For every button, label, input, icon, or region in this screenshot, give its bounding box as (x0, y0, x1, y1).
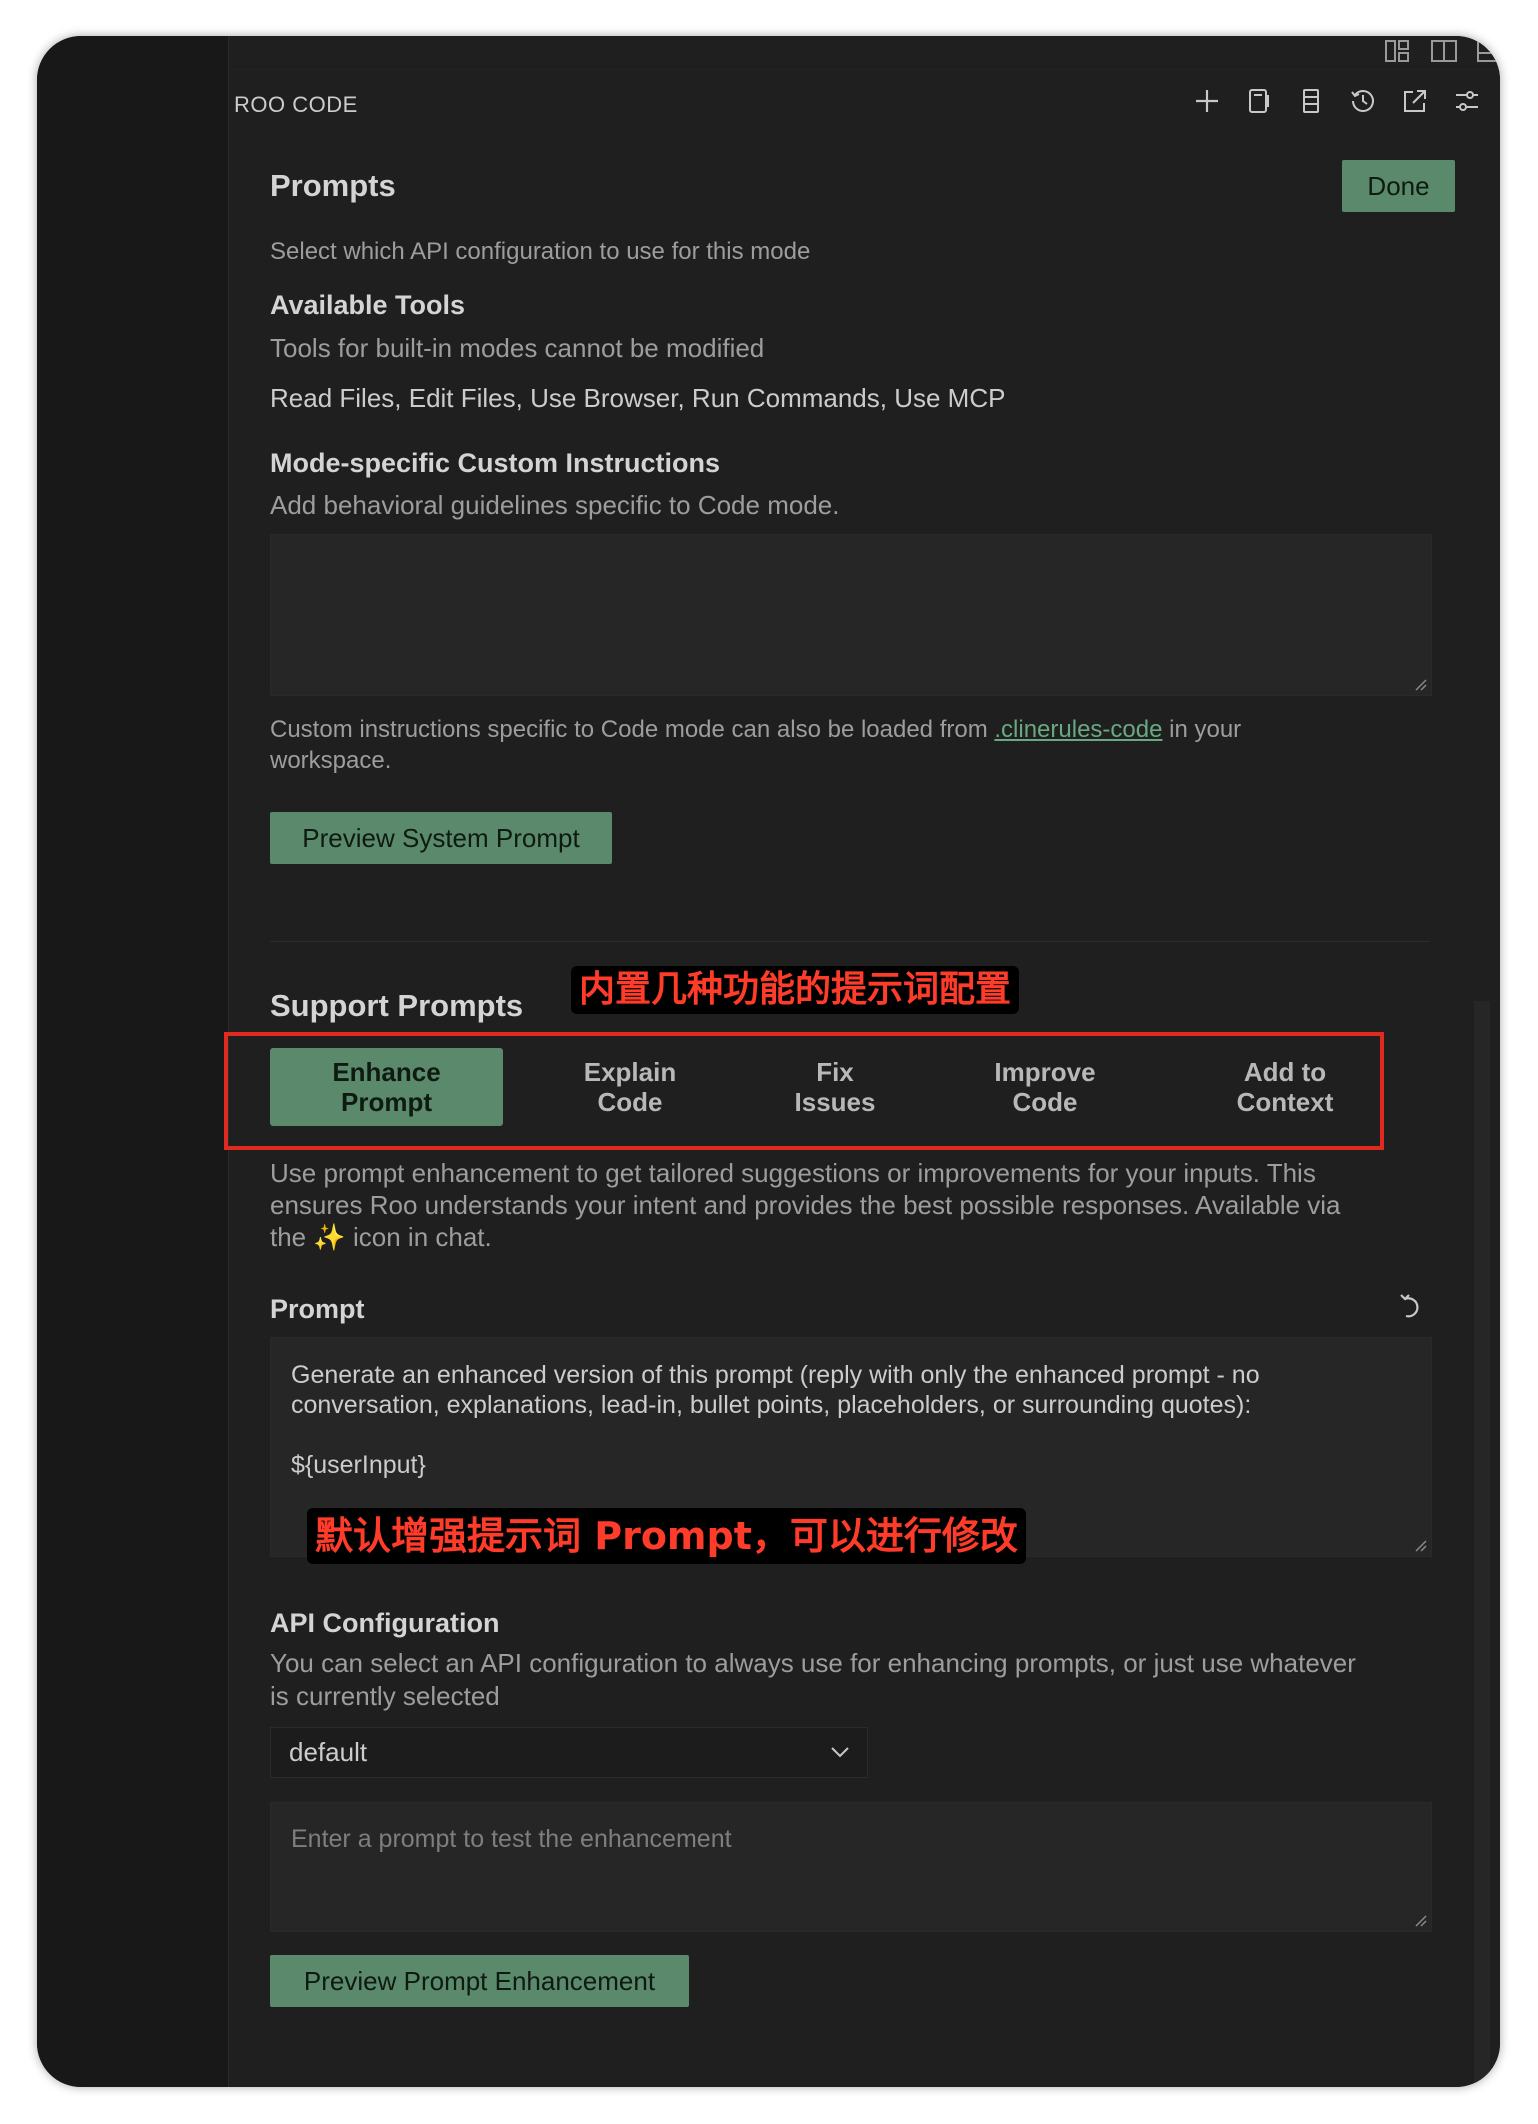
test-enhancement-placeholder: Enter a prompt to test the enhancement (291, 1825, 732, 1853)
note-suffix: in your (1169, 716, 1242, 743)
annotation-builtin-prompts: 内置几种功能的提示词配置 (571, 966, 1020, 1014)
tab-label-line2: Issues (794, 1087, 876, 1117)
custom-instructions-hint: Add behavioral guidelines specific to Co… (270, 490, 840, 520)
app-title: ROO CODE (234, 92, 358, 117)
api-hint-line1: You can select an API configuration to a… (270, 1648, 1356, 1678)
available-tools-list: Read Files, Edit Files, Use Browser, Run… (270, 383, 1006, 413)
panel-toggle-icon[interactable] (1476, 39, 1500, 63)
tab-add-to-context[interactable]: Add to Context (1180, 1048, 1390, 1126)
custom-instructions-textarea[interactable] (270, 534, 1432, 696)
layout-toggle-icon[interactable] (1384, 39, 1412, 63)
sparkle-icon: ✨ (313, 1222, 346, 1252)
api-configuration-title: API Configuration (270, 1608, 500, 1638)
resize-handle-icon[interactable] (1413, 677, 1427, 691)
api-hint-line2: is currently selected (270, 1681, 500, 1711)
tab-improve-code[interactable]: Improve Code (950, 1048, 1140, 1126)
note-line2: workspace. (270, 747, 392, 774)
reset-prompt-icon[interactable] (1394, 1290, 1426, 1322)
custom-instructions-title: Mode-specific Custom Instructions (270, 448, 721, 478)
history-icon[interactable] (1348, 86, 1378, 116)
topbar-divider (228, 69, 1500, 70)
chevron-down-icon (831, 1747, 849, 1758)
api-selected-value: default (289, 1737, 368, 1767)
resize-handle-icon[interactable] (1413, 1913, 1427, 1927)
panel-scrollbar[interactable] (1474, 1001, 1490, 2087)
description-line3-prefix: the (270, 1222, 307, 1252)
available-tools-hint: Tools for built-in modes cannot be modif… (270, 333, 765, 363)
api-config-hint: Select which API configuration to use fo… (270, 238, 811, 265)
tab-enhance-prompt[interactable]: Enhance Prompt (270, 1048, 503, 1126)
tab-label-line2: Code (597, 1087, 663, 1117)
tab-fix-issues[interactable]: Fix Issues (760, 1048, 910, 1126)
split-editor-icon[interactable] (1430, 39, 1458, 63)
resize-handle-icon[interactable] (1413, 1538, 1427, 1552)
clinerules-link[interactable]: .clinerules-code (994, 716, 1162, 743)
tab-label-line2: Code (1012, 1087, 1078, 1117)
api-configuration-hint: You can select an API configuration to a… (270, 1647, 1440, 1713)
prompt-line3: ${userInput} (291, 1451, 426, 1479)
prompt-title: Prompt (270, 1294, 365, 1324)
tab-label-line2: Prompt (341, 1087, 432, 1117)
description-line1: Use prompt enhancement to get tailored s… (270, 1158, 1316, 1188)
window-layout-controls (1384, 36, 1500, 66)
description-line3-suffix: icon in chat. (353, 1222, 492, 1252)
support-prompts-title: Support Prompts (270, 988, 524, 1023)
tab-label-line1: Enhance (332, 1057, 441, 1087)
notebook-icon[interactable] (1244, 86, 1274, 116)
annotation-default-prompt: 默认增强提示词 Prompt，可以进行修改 (307, 1508, 1026, 1564)
prompt-line1: Generate an enhanced version of this pro… (291, 1361, 1260, 1389)
description-line2: ensures Roo understands your intent and … (270, 1190, 1341, 1220)
prompt-line2: conversation, explanations, lead-in, bul… (291, 1391, 1252, 1419)
done-button[interactable]: Done (1342, 160, 1455, 212)
tab-label-line1: Improve (994, 1057, 1096, 1087)
note-prefix: Custom instructions specific to Code mod… (270, 716, 988, 743)
server-icon[interactable] (1296, 86, 1326, 116)
custom-instructions-note: Custom instructions specific to Code mod… (270, 714, 1420, 776)
tab-label-line2: Context (1236, 1087, 1334, 1117)
api-configuration-select[interactable]: default (270, 1727, 868, 1778)
prompt-text: Generate an enhanced version of this pro… (291, 1360, 1260, 1480)
page-title: Prompts (270, 168, 396, 203)
activity-area (37, 36, 228, 2087)
preview-prompt-enhancement-button[interactable]: Preview Prompt Enhancement (270, 1955, 689, 2007)
enhance-description: Use prompt enhancement to get tailored s… (270, 1157, 1440, 1253)
tab-label-line1: Fix (816, 1057, 854, 1087)
tab-label-line1: Explain (583, 1057, 677, 1087)
section-divider (270, 941, 1430, 942)
header-toolbar (1192, 86, 1482, 116)
settings-sliders-icon[interactable] (1452, 86, 1482, 116)
preview-system-prompt-button[interactable]: Preview System Prompt (270, 812, 612, 864)
test-enhancement-input[interactable]: Enter a prompt to test the enhancement (270, 1802, 1432, 1932)
tab-label-line1: Add to (1243, 1057, 1327, 1087)
external-link-icon[interactable] (1400, 86, 1430, 116)
tab-explain-code[interactable]: Explain Code (540, 1048, 720, 1126)
available-tools-title: Available Tools (270, 290, 466, 320)
plus-icon[interactable] (1192, 86, 1222, 116)
